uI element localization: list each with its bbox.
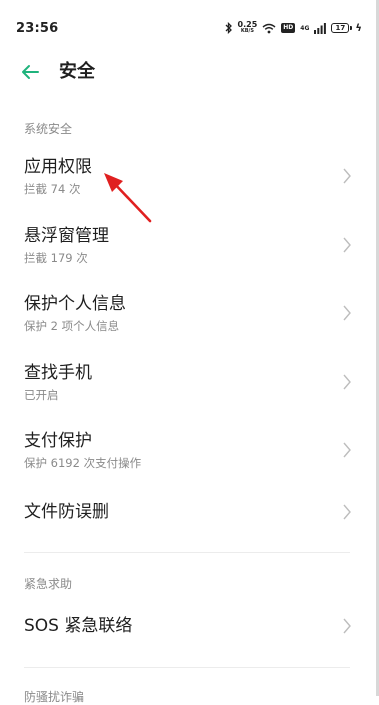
- list-item-file-delete-protection[interactable]: 文件防误删: [0, 500, 376, 526]
- section-label-system-security: 系统安全: [24, 122, 73, 136]
- item-subtitle: 已开启: [24, 388, 59, 402]
- item-title: 支付保护: [24, 431, 92, 451]
- chevron-right-icon: [343, 374, 351, 390]
- signal-icon: [314, 22, 327, 34]
- chevron-right-icon: [343, 237, 351, 253]
- chevron-right-icon: [343, 305, 351, 321]
- list-item-sos[interactable]: SOS 紧急联络: [0, 614, 376, 640]
- charging-icon: ϟ: [355, 22, 362, 34]
- item-title: 文件防误删: [24, 502, 109, 522]
- annotation-arrow: [104, 173, 152, 223]
- item-subtitle: 拦截 179 次: [24, 251, 88, 265]
- battery-icon: 17: [331, 23, 353, 33]
- divider: [24, 667, 350, 668]
- arrow-left-icon[interactable]: [19, 59, 41, 85]
- list-item-find-phone[interactable]: 查找手机 已开启: [0, 361, 376, 421]
- battery-level: 17: [335, 24, 346, 32]
- list-item-floating-window[interactable]: 悬浮窗管理 拦截 179 次: [0, 224, 376, 284]
- chevron-right-icon: [343, 168, 351, 184]
- chevron-right-icon: [343, 442, 351, 458]
- chevron-right-icon: [343, 618, 351, 634]
- app-header: 安全: [0, 56, 376, 94]
- bluetooth-icon: [225, 22, 232, 34]
- chevron-right-icon: [343, 504, 351, 520]
- list-item-payment-protection[interactable]: 支付保护 保护 6192 次支付操作: [0, 429, 376, 489]
- page-title: 安全: [59, 61, 95, 82]
- status-time: 23:56: [16, 20, 59, 36]
- item-title: 保护个人信息: [24, 294, 126, 314]
- item-subtitle: 保护 2 项个人信息: [24, 319, 120, 333]
- status-icons: 0.25 KB/S HD 4G 17 ϟ: [225, 21, 362, 35]
- network-type: 4G: [300, 24, 310, 32]
- section-label-emergency: 紧急求助: [24, 577, 73, 591]
- list-item-personal-info[interactable]: 保护个人信息 保护 2 项个人信息: [0, 292, 376, 352]
- item-title: 应用权限: [24, 157, 92, 177]
- item-subtitle: 保护 6192 次支付操作: [24, 456, 142, 470]
- divider: [24, 552, 350, 553]
- item-title: SOS 紧急联络: [24, 616, 133, 636]
- hd-icon: HD: [281, 23, 296, 33]
- status-bar: 23:56 0.25 KB/S HD 4G 17 ϟ: [0, 0, 376, 56]
- item-subtitle: 拦截 74 次: [24, 182, 81, 196]
- list-item-app-permissions[interactable]: 应用权限 拦截 74 次: [0, 155, 376, 215]
- network-speed: 0.25 KB/S: [237, 20, 258, 35]
- section-label-anti-fraud: 防骚扰诈骗: [24, 690, 85, 704]
- item-title: 查找手机: [24, 363, 92, 383]
- wifi-icon: [262, 23, 276, 33]
